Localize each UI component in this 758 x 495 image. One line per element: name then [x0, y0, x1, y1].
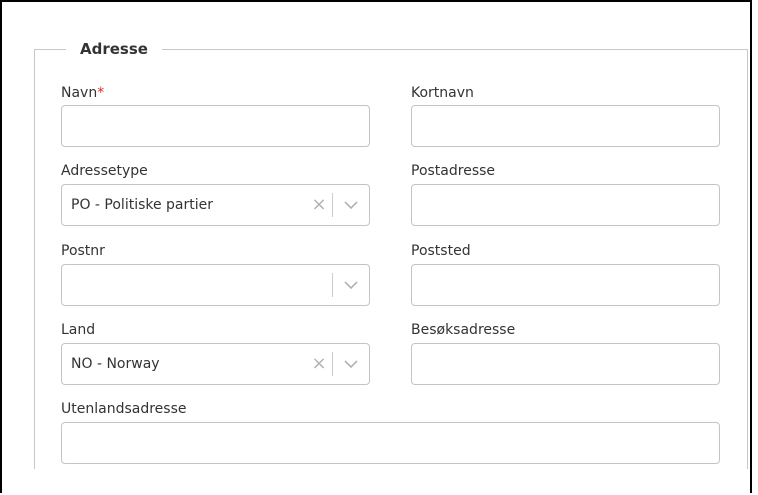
adressetype-select[interactable]: PO - Politiske partier × — [61, 184, 370, 226]
navn-label-text: Navn — [61, 85, 98, 101]
besoksadresse-input[interactable] — [411, 343, 720, 385]
section-title: Adresse — [66, 38, 162, 60]
poststed-input[interactable] — [411, 264, 720, 306]
kortnavn-input[interactable] — [411, 105, 720, 147]
land-value: NO - Norway — [71, 356, 160, 372]
besoksadresse-label: Besøksadresse — [411, 322, 516, 338]
clear-icon[interactable]: × — [309, 354, 329, 374]
postadresse-input[interactable] — [411, 184, 720, 226]
chevron-down-icon[interactable] — [340, 274, 362, 296]
adressetype-label: Adressetype — [61, 163, 148, 179]
clear-icon[interactable]: × — [309, 195, 329, 215]
chevron-down-icon[interactable] — [340, 353, 362, 375]
utenlandsadresse-label: Utenlandsadresse — [61, 401, 187, 417]
select-separator — [332, 352, 333, 376]
land-label: Land — [61, 322, 96, 338]
poststed-label: Poststed — [411, 243, 471, 259]
required-mark: * — [97, 85, 105, 101]
select-separator — [332, 193, 333, 217]
navn-label: Navn* — [61, 84, 104, 102]
adressetype-value: PO - Politiske partier — [71, 197, 214, 213]
utenlandsadresse-input[interactable] — [61, 422, 720, 464]
land-select[interactable]: NO - Norway × — [61, 343, 370, 385]
chevron-down-icon[interactable] — [340, 194, 362, 216]
kortnavn-label: Kortnavn — [411, 85, 474, 101]
postnr-select[interactable] — [61, 264, 370, 306]
select-separator — [332, 273, 333, 297]
postnr-label: Postnr — [61, 243, 105, 259]
postadresse-label: Postadresse — [411, 163, 496, 179]
navn-input[interactable] — [61, 105, 370, 147]
